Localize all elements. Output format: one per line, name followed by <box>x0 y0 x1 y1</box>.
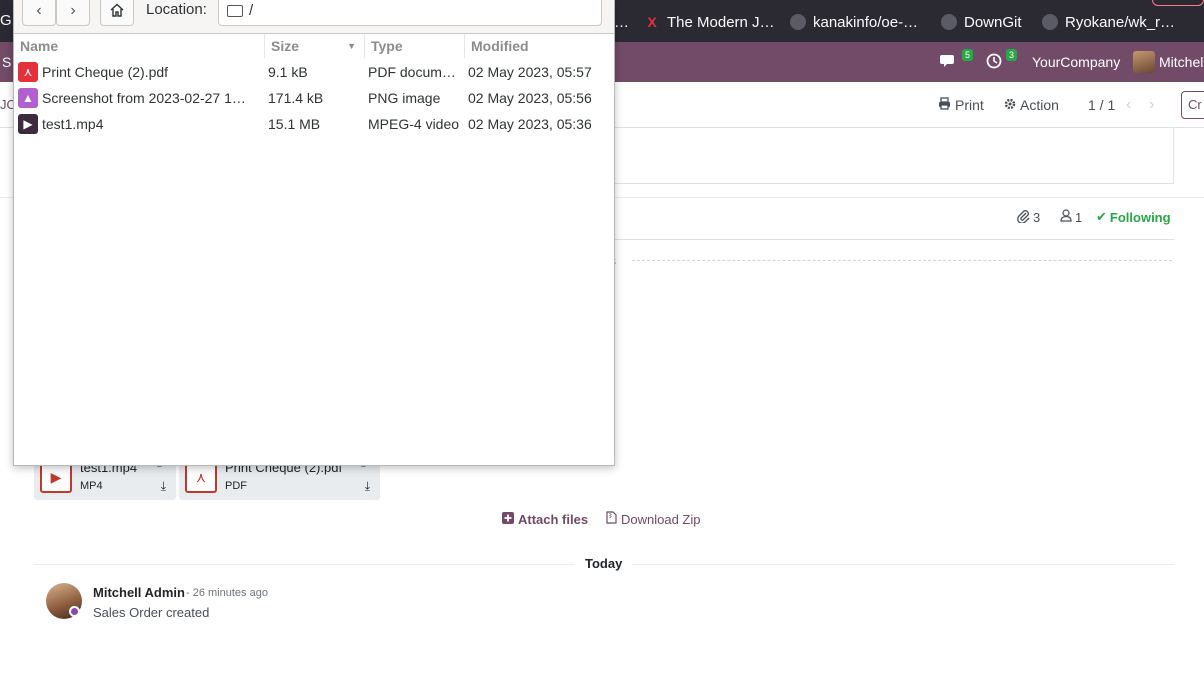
user-avatar <box>1133 51 1155 73</box>
bookmark-overflow[interactable]: … <box>614 12 629 32</box>
file-row[interactable]: ▶ test1.mp4 15.1 MB MPEG-4 video 02 May … <box>14 111 614 137</box>
company-switcher[interactable]: YourCompany <box>1032 42 1120 82</box>
downgit-icon <box>941 14 957 30</box>
file-name: Print Cheque (2).pdf <box>42 64 169 80</box>
file-modified: 02 May 2023, 05:57 <box>468 64 592 80</box>
column-type[interactable]: Type <box>365 34 465 58</box>
github-icon <box>790 14 806 30</box>
file-modified: 02 May 2023, 05:36 <box>468 116 592 132</box>
file-size: 9.1 kB <box>268 64 308 80</box>
attachment-ext: PDF <box>225 480 247 492</box>
file-size: 15.1 MB <box>268 116 321 132</box>
chatter-topbar: 3 1 ✔ Following <box>600 198 1174 240</box>
app-name-fragment: S <box>2 54 12 70</box>
date-separator: Today <box>575 556 633 571</box>
pager-value[interactable]: 1 / 1 <box>1088 82 1115 128</box>
folder-icon <box>227 5 243 17</box>
presence-status-icon <box>69 606 80 617</box>
activities-badge: 3 <box>1006 49 1018 61</box>
chevron-left-icon: ‹ <box>36 2 42 19</box>
attach-files-button[interactable]: Attach files <box>502 509 588 529</box>
column-name[interactable]: Name <box>14 34 265 58</box>
bookmark-fragment: G <box>0 12 12 29</box>
following-button[interactable]: ✔ Following <box>1096 209 1171 225</box>
sort-desc-icon: ▼ <box>347 41 356 51</box>
paperclip-icon <box>1016 209 1030 226</box>
user-icon <box>1060 209 1072 225</box>
messages-badge: 5 <box>962 49 974 61</box>
attachments-count-button[interactable]: 3 <box>1016 209 1040 226</box>
divider <box>632 260 1172 261</box>
file-type: PDF docum… <box>368 64 456 80</box>
home-button[interactable] <box>100 0 134 26</box>
plus-square-icon <box>502 511 514 527</box>
forward-button[interactable]: › <box>56 0 90 26</box>
message-body: Sales Order created <box>93 605 210 620</box>
user-menu[interactable]: Mitchell <box>1133 42 1204 82</box>
file-name: Screenshot from 2023-02-27 1… <box>42 90 246 106</box>
file-row[interactable]: ▲ Screenshot from 2023-02-27 1… 171.4 kB… <box>14 85 614 111</box>
message-author[interactable]: Mitchell Admin <box>93 585 185 600</box>
pager-next-icon[interactable]: › <box>1149 82 1154 128</box>
activities-button[interactable]: 3 <box>986 42 1018 82</box>
video-icon: ▶ <box>18 114 38 134</box>
file-name: test1.mp4 <box>42 116 104 132</box>
location-field[interactable]: / <box>218 0 602 26</box>
pdf-icon: ⋏ <box>18 62 38 82</box>
zip-file-icon <box>606 511 617 527</box>
bookmark-ryokane[interactable]: Ryokane/wk_r… <box>1042 12 1175 32</box>
location-value: / <box>249 2 254 19</box>
download-icon[interactable]: ⤓ <box>365 479 370 494</box>
file-modified: 02 May 2023, 05:56 <box>468 90 592 106</box>
create-button[interactable]: Cr <box>1181 91 1204 119</box>
chevron-right-icon: › <box>70 2 76 19</box>
action-button[interactable]: Action <box>1004 82 1059 128</box>
github-icon <box>1042 14 1058 30</box>
red-x-icon: X <box>647 14 657 30</box>
print-icon <box>938 97 951 113</box>
attachment-ext: MP4 <box>80 480 103 492</box>
breadcrumb-fragment: JO <box>0 97 17 112</box>
file-chooser-dialog: ‹ › Location: / Name Size ▼ Type Modifie… <box>13 0 615 466</box>
messages-button[interactable]: 5 <box>940 42 974 82</box>
home-icon <box>109 2 125 19</box>
gear-icon <box>1004 97 1016 113</box>
pager-prev-icon[interactable]: ‹ <box>1126 82 1131 128</box>
followers-button[interactable]: 1 <box>1060 209 1082 225</box>
check-icon: ✔ <box>1096 209 1107 224</box>
form-sheet <box>590 128 1174 184</box>
download-icon[interactable]: ⤓ <box>161 479 166 494</box>
column-modified[interactable]: Modified <box>465 34 614 58</box>
file-chooser-header: ‹ › Location: / <box>14 0 614 34</box>
download-zip-button[interactable]: Download Zip <box>606 509 701 529</box>
location-label: Location: <box>146 1 207 18</box>
print-button[interactable]: Print <box>938 82 984 128</box>
chat-icon <box>940 53 958 72</box>
clock-icon <box>986 53 1002 72</box>
back-button[interactable]: ‹ <box>22 0 56 26</box>
file-row[interactable]: ⋏ Print Cheque (2).pdf 9.1 kB PDF docum…… <box>14 59 614 85</box>
bookmark-downgit[interactable]: DownGit <box>941 12 1022 32</box>
bookmark-modern-j[interactable]: X The Modern J… <box>644 12 774 32</box>
browser-menu-button[interactable] <box>1152 0 1204 6</box>
column-size[interactable]: Size ▼ <box>265 34 365 58</box>
file-size: 171.4 kB <box>268 90 324 106</box>
bookmark-kanakinfo[interactable]: kanakinfo/oe-… <box>790 12 918 32</box>
file-list-header: Name Size ▼ Type Modified <box>14 34 614 58</box>
file-type: MPEG-4 video <box>368 116 460 132</box>
image-icon: ▲ <box>18 88 38 108</box>
message-time: - 26 minutes ago <box>186 587 268 599</box>
file-type: PNG image <box>368 90 441 106</box>
